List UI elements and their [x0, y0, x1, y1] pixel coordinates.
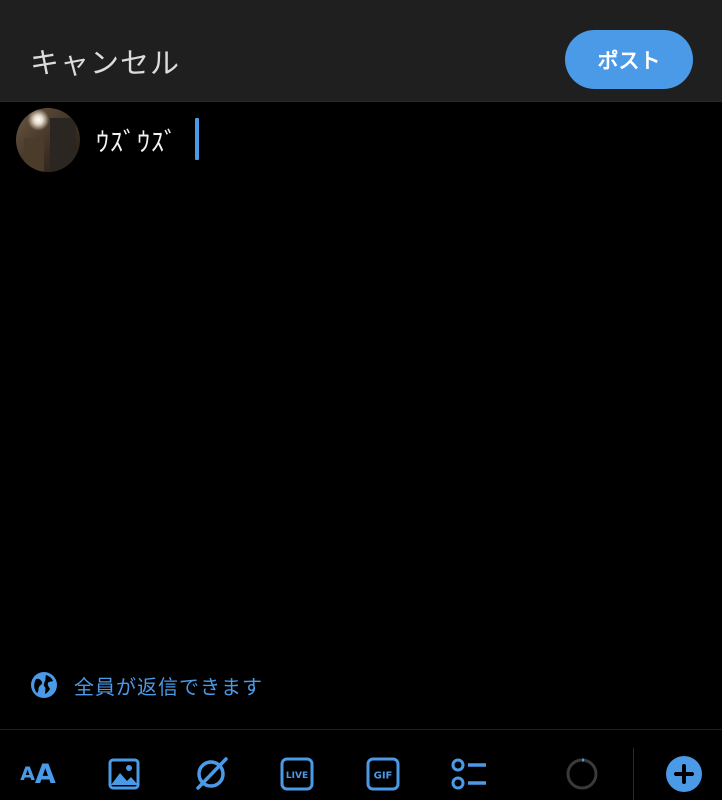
gif-icon-label: GIF [374, 771, 393, 782]
globe-icon [31, 672, 57, 698]
reply-setting-button[interactable]: 全員が返信できます [30, 670, 263, 700]
grok-icon [196, 757, 228, 790]
character-count-progress [560, 752, 604, 796]
add-post-button[interactable] [662, 752, 706, 796]
live-icon-label: LIVE [286, 771, 308, 781]
gif-button[interactable]: GIF [361, 752, 405, 796]
add-post-icon [666, 756, 702, 792]
text-format-big-a: A [34, 758, 56, 790]
live-button[interactable]: LIVE [275, 752, 319, 796]
toolbar-vertical-separator [633, 748, 634, 800]
compose-screen: キャンセル ポスト ｳｽﾞｳｽﾞ 全員が返信できます A A LIVE GIF [0, 0, 722, 800]
poll-button[interactable] [447, 752, 491, 796]
avatar-image [16, 108, 80, 172]
poll-icon [451, 758, 486, 790]
text-caret [195, 118, 199, 160]
char-count-progress-icon [566, 758, 598, 790]
cancel-button[interactable]: キャンセル [30, 40, 180, 82]
gif-icon: GIF [366, 757, 400, 791]
image-icon [108, 758, 140, 790]
compose-header: キャンセル ポスト [0, 0, 722, 102]
live-icon: LIVE [280, 757, 314, 791]
text-format-small-a: A [20, 762, 35, 785]
toolbar-divider [0, 729, 722, 730]
grok-button[interactable] [189, 752, 233, 796]
avatar[interactable] [16, 108, 80, 172]
compose-text-input[interactable]: ｳｽﾞｳｽﾞ [96, 122, 178, 159]
post-button[interactable]: ポスト [565, 30, 693, 89]
reply-setting-label: 全員が返信できます [74, 674, 263, 699]
text-format-button[interactable]: AA [16, 752, 60, 796]
image-button[interactable] [102, 752, 146, 796]
